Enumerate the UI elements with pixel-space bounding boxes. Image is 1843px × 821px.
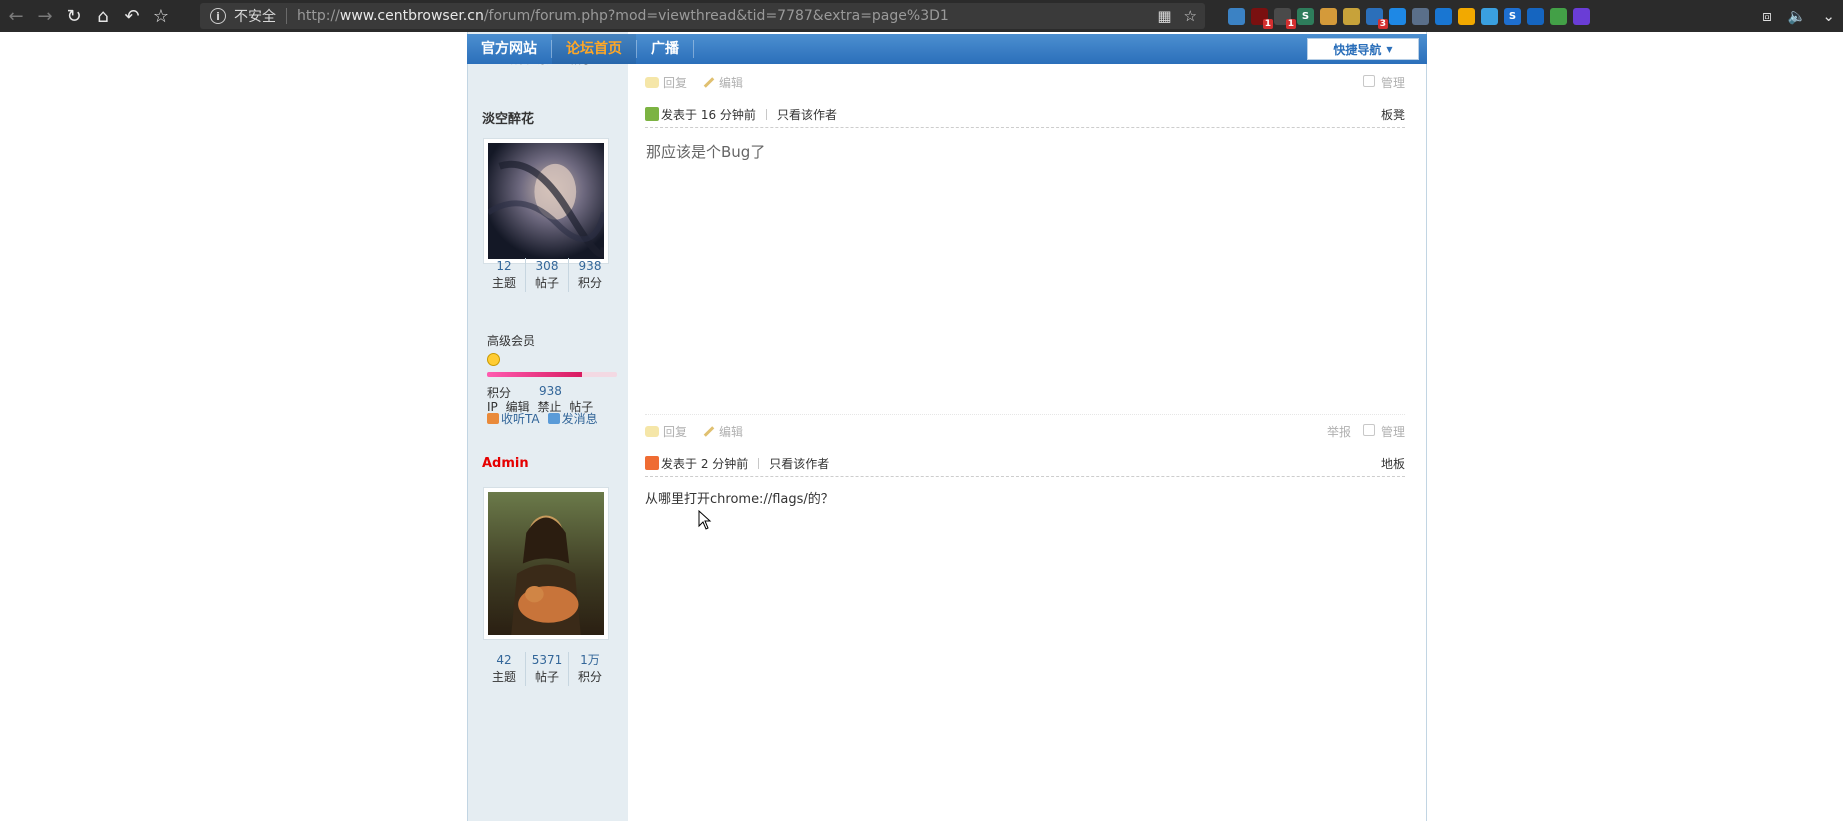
extension-badge: 1 <box>1262 18 1273 29</box>
reply-button[interactable]: 回复 <box>645 423 687 440</box>
wt-extension-icon[interactable] <box>1527 7 1544 25</box>
reply-icon <box>645 425 659 437</box>
author-stats: 12 主题 308 帖子 938 积分 <box>483 258 611 292</box>
report-link[interactable]: 举报 <box>1327 423 1351 440</box>
rank-progress-bar <box>487 372 617 377</box>
globe-extension-icon[interactable] <box>1550 7 1567 25</box>
extension-badge: 1 <box>1285 18 1296 29</box>
pencil-icon <box>703 76 715 88</box>
chevron-down-icon: ▼ <box>1386 44 1393 54</box>
prev-post-actions: 回复 编辑 管理 <box>645 72 1425 92</box>
topics-count[interactable]: 42 <box>483 652 525 668</box>
pencil-icon <box>703 425 715 437</box>
post-header: 发表于 2 分钟前 只看该作者 地板 <box>645 450 1405 477</box>
only-author-link[interactable]: 只看该作者 <box>769 455 829 472</box>
online-user-icon <box>645 107 659 121</box>
undo-close-tab-icon[interactable]: ↶ <box>119 3 145 29</box>
only-author-link[interactable]: 只看该作者 <box>777 106 837 123</box>
admin-links: IP 编辑 禁止 帖子 <box>487 398 597 415</box>
floor-label[interactable]: 板凳 <box>1381 106 1405 123</box>
back-icon[interactable]: ← <box>3 3 29 29</box>
score-count[interactable]: 938 <box>569 258 611 274</box>
header-divider <box>758 457 760 469</box>
mute-tab-icon[interactable]: 🔈 <box>1788 7 1807 25</box>
rank-progress-fill <box>487 372 582 377</box>
translate-extension-icon[interactable] <box>1228 7 1245 25</box>
ublock-extension-icon[interactable]: 1 <box>1251 7 1273 29</box>
topics-count[interactable]: 12 <box>483 258 525 274</box>
zh-extension-icon[interactable] <box>1435 7 1452 25</box>
avatar[interactable] <box>483 138 609 264</box>
drop-extension-icon[interactable]: 3 <box>1366 7 1388 29</box>
nav-divider <box>693 40 694 58</box>
keeper-extension-icon[interactable] <box>1458 7 1475 25</box>
avatar-image <box>486 143 608 259</box>
user-rank[interactable]: 高级会员 <box>487 332 535 349</box>
post-content: 那应该是个Bug了 <box>646 143 766 161</box>
url-text[interactable]: http://www.centbrowser.cn/forum/forum.ph… <box>297 8 949 24</box>
avatar[interactable] <box>483 487 609 640</box>
manage-checkbox[interactable]: 管理 <box>1362 423 1405 440</box>
browser-toolbar: ← → ↻ ⌂ ↶ ☆ i 不安全 http://www.centbrowser… <box>0 0 1843 32</box>
bookmark-page-star-icon[interactable]: ☆ <box>1184 7 1197 25</box>
bookmark-star-icon[interactable]: ☆ <box>148 3 174 29</box>
stylus-extension-icon[interactable]: S <box>1297 7 1314 25</box>
forward-icon[interactable]: → <box>32 3 58 29</box>
extensions-bar: 11S3S <box>1228 0 1590 32</box>
quick-nav-dropdown[interactable]: 快捷导航 ▼ <box>1307 38 1419 60</box>
manage-checkbox[interactable]: 管理 <box>1362 74 1405 91</box>
chat-extension-icon[interactable] <box>1389 7 1406 25</box>
extension-b-extension-icon[interactable]: 1 <box>1274 7 1296 29</box>
screenshot-crop-icon[interactable]: ⧈ <box>1762 7 1772 25</box>
posts-count[interactable]: 308 <box>526 258 568 274</box>
author-name[interactable]: 淡空醉花 <box>482 108 534 127</box>
qr-code-icon[interactable]: ▦ <box>1157 7 1171 25</box>
posts-count[interactable]: 5371 <box>526 652 568 668</box>
edit-link[interactable]: 编辑 <box>506 400 530 414</box>
post-content: 从哪里打开chrome://flags/的？ <box>645 492 834 507</box>
s-blue-extension-icon[interactable]: S <box>1504 7 1521 25</box>
edit-button[interactable]: 编辑 <box>703 423 743 440</box>
floor-label[interactable]: 地板 <box>1381 455 1405 472</box>
author-stats: 42 主题 5371 帖子 1万 积分 <box>483 652 611 686</box>
cloud-extension-icon[interactable] <box>1481 7 1498 25</box>
ban-link[interactable]: 禁止 <box>537 400 561 414</box>
reply-icon <box>645 76 659 88</box>
header-divider <box>765 108 767 120</box>
quick-nav-label: 快捷导航 <box>1333 42 1382 57</box>
online-user-icon <box>645 456 659 470</box>
ip-link[interactable]: IP <box>487 400 498 414</box>
rank-smiley-icon <box>487 353 500 366</box>
address-bar[interactable]: i 不安全 http://www.centbrowser.cn/forum/fo… <box>200 3 1205 29</box>
omnibox-divider <box>286 8 287 24</box>
nav-forum-home[interactable]: 论坛首页 <box>552 34 636 64</box>
reply-button[interactable]: 回复 <box>645 74 687 91</box>
user-extension-icon[interactable] <box>1412 7 1429 25</box>
menu-chevron-icon[interactable]: ⌄ <box>1822 7 1835 25</box>
key-extension-icon[interactable] <box>1343 7 1360 25</box>
author-name-admin[interactable]: Admin <box>482 456 529 471</box>
posts-link[interactable]: 帖子 <box>569 400 593 414</box>
post-separator <box>645 414 1405 416</box>
mouse-cursor-icon <box>698 510 712 530</box>
nav-broadcast[interactable]: 广播 <box>637 34 693 64</box>
post-actions: 回复 编辑 举报 管理 <box>645 421 1425 441</box>
cookie-extension-icon[interactable] <box>1320 7 1337 25</box>
avatar-image <box>488 492 604 635</box>
post-time: 2 分钟前 <box>700 456 749 471</box>
reload-icon[interactable]: ↻ <box>61 3 87 29</box>
security-label: 不安全 <box>234 9 276 25</box>
post-time: 16 分钟前 <box>700 107 756 122</box>
score-count[interactable]: 1万 <box>569 652 611 668</box>
bolt-extension-icon[interactable] <box>1573 7 1590 25</box>
forum-page: 官方网站 论坛首页 广播 快捷导航 ▼ IP 编辑 禁止 帖子 回复 编辑 管理… <box>467 32 1427 821</box>
site-info-icon[interactable]: i <box>210 8 226 24</box>
edit-button[interactable]: 编辑 <box>703 74 743 91</box>
post-header: 发表于 16 分钟前 只看该作者 板凳 <box>645 101 1405 128</box>
extension-badge: 3 <box>1377 18 1388 29</box>
nav-official-site[interactable]: 官方网站 <box>467 34 551 64</box>
forum-top-nav: 官方网站 论坛首页 广播 快捷导航 ▼ <box>467 34 1427 64</box>
home-icon[interactable]: ⌂ <box>90 3 116 29</box>
